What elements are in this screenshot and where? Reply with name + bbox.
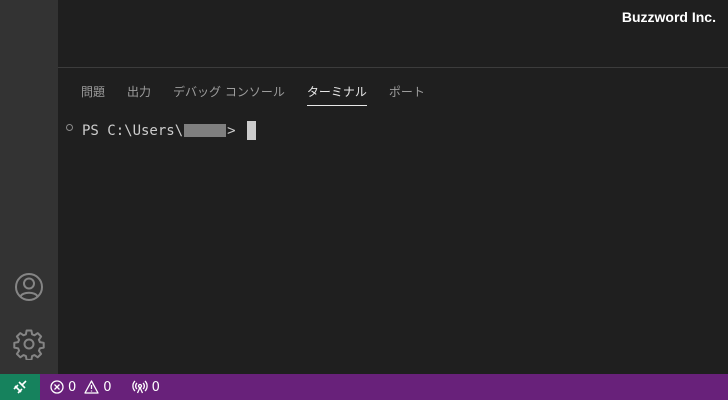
activity-bar (0, 0, 58, 374)
redacted-username (184, 124, 227, 137)
prompt-path: PS C:\Users\ (82, 122, 184, 139)
error-count: 0 (68, 379, 77, 395)
tab-terminal[interactable]: ターミナル (306, 71, 367, 106)
remote-indicator[interactable] (0, 374, 40, 400)
gear-icon (13, 329, 45, 360)
remote-icon (13, 380, 27, 394)
ports-count: 0 (151, 379, 160, 395)
broadcast-icon (131, 380, 148, 394)
account-icon (15, 273, 43, 301)
panel-tabs: 問題 出力 デバッグ コンソール ターミナル ポート (70, 68, 728, 108)
status-bar: 0 0 0 (0, 374, 728, 400)
tab-problems[interactable]: 問題 (81, 71, 105, 106)
tab-output[interactable]: 出力 (127, 71, 151, 106)
manage-settings-button[interactable] (10, 325, 48, 363)
ports-status[interactable]: 0 (131, 379, 160, 395)
accounts-button[interactable] (10, 268, 48, 306)
warning-icon (84, 380, 99, 394)
terminal[interactable]: PS C:\Users\ > (58, 110, 728, 374)
terminal-prompt: PS C:\Users\ > (82, 121, 256, 140)
tab-debug-console[interactable]: デバッグ コンソール (173, 71, 285, 106)
tab-ports[interactable]: ポート (389, 71, 425, 106)
warning-count: 0 (103, 379, 112, 395)
command-decoration-icon (66, 124, 73, 131)
terminal-cursor (246, 121, 256, 140)
problems-status[interactable]: 0 0 (50, 380, 112, 395)
prompt-symbol: > (227, 122, 236, 139)
watermark: Buzzword Inc. (621, 9, 716, 25)
editor-area: Buzzword Inc. (58, 0, 728, 68)
error-icon (50, 380, 64, 394)
